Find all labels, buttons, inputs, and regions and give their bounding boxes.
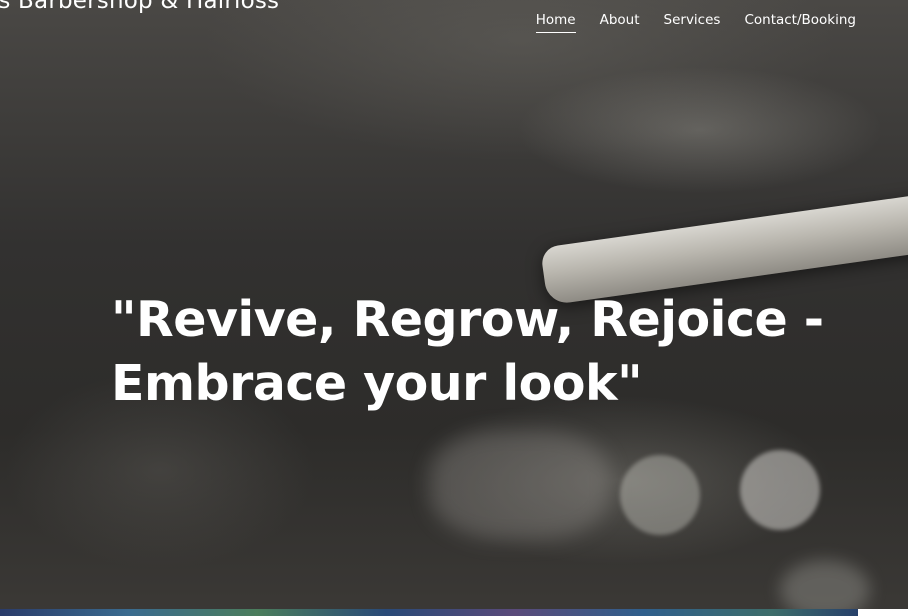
bokeh-highlight: [780, 560, 870, 616]
page-background-edge: [858, 609, 908, 616]
nav-item-about[interactable]: About: [600, 10, 640, 33]
bokeh-highlight: [430, 430, 610, 540]
site-title[interactable]: es Barbershop & Hairloss: [0, 0, 279, 14]
nav-item-contact-booking[interactable]: Contact/Booking: [744, 10, 856, 33]
bokeh-highlight: [620, 455, 700, 535]
nav-item-home[interactable]: Home: [535, 10, 576, 33]
page: es Barbershop & Hairloss Home About Serv…: [0, 0, 908, 616]
next-section-image-edge: [0, 609, 858, 616]
nav-item-services[interactable]: Services: [664, 10, 721, 33]
hero-headline: "Revive, Regrow, Rejoice - Embrace your …: [111, 291, 824, 412]
main-nav: Home About Services Contact/Booking: [535, 10, 856, 33]
bokeh-highlight: [740, 450, 820, 530]
